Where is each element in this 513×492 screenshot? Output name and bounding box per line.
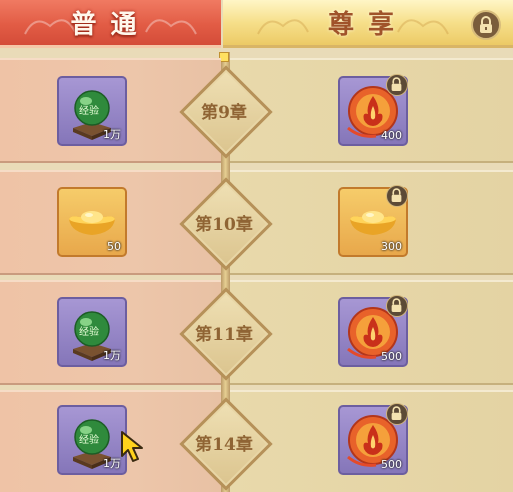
chapter-label: 第10章 bbox=[195, 214, 253, 235]
tab-vip[interactable]: 尊享 bbox=[223, 0, 513, 48]
chapter-label: 第11章 bbox=[195, 324, 253, 345]
reward-track-panel: 普通 尊享 经验 1万 400 第9章 50 300 第10章 经验 1万 50… bbox=[0, 0, 513, 492]
tab-normal[interactable]: 普通 bbox=[0, 0, 221, 48]
cloud-ornament-icon bbox=[257, 19, 309, 35]
tab-normal-label: 普通 bbox=[70, 10, 151, 40]
vip-reward-item[interactable]: 400 bbox=[338, 74, 408, 146]
vip-reward-item[interactable]: 500 bbox=[338, 295, 408, 367]
item-quantity: 50 bbox=[107, 240, 121, 253]
reward-row: 50 300 第10章 bbox=[0, 170, 513, 275]
pointer-cursor-icon bbox=[121, 431, 143, 462]
chapter-label: 第14章 bbox=[195, 434, 253, 455]
item-quantity: 500 bbox=[381, 350, 402, 363]
item-quantity: 300 bbox=[381, 240, 402, 253]
item-quantity: 1万 bbox=[103, 128, 121, 141]
tab-vip-label: 尊享 bbox=[327, 10, 408, 40]
chapter-label: 第9章 bbox=[201, 102, 247, 123]
item-quantity: 500 bbox=[381, 458, 402, 471]
orb-label: 经验 bbox=[79, 106, 99, 117]
lock-icon bbox=[386, 74, 408, 96]
normal-reward-item[interactable]: 经验 1万 bbox=[57, 76, 127, 146]
chapter-marker: 第14章 bbox=[179, 397, 273, 491]
vip-reward-item[interactable]: 500 bbox=[338, 403, 408, 475]
item-quantity: 400 bbox=[381, 129, 402, 142]
reward-row: 经验 1万 500 第14章 bbox=[0, 390, 513, 492]
vip-reward-item[interactable]: 300 bbox=[338, 185, 408, 257]
chapter-marker: 第9章 bbox=[179, 65, 273, 159]
lock-icon bbox=[386, 295, 408, 317]
normal-reward-item[interactable]: 50 bbox=[57, 187, 127, 257]
lock-icon bbox=[386, 403, 408, 425]
reward-row: 经验 1万 400 第9章 bbox=[0, 58, 513, 163]
reward-row: 经验 1万 500 第11章 bbox=[0, 280, 513, 385]
item-quantity: 1万 bbox=[103, 349, 121, 362]
chapter-marker: 第10章 bbox=[179, 177, 273, 271]
lock-icon bbox=[386, 185, 408, 207]
normal-reward-item[interactable]: 经验 1万 bbox=[57, 405, 127, 475]
orb-label: 经验 bbox=[79, 435, 99, 446]
orb-label: 经验 bbox=[79, 327, 99, 338]
normal-reward-item[interactable]: 经验 1万 bbox=[57, 297, 127, 367]
chapter-marker: 第11章 bbox=[179, 287, 273, 381]
vip-lock-icon[interactable] bbox=[471, 10, 501, 40]
